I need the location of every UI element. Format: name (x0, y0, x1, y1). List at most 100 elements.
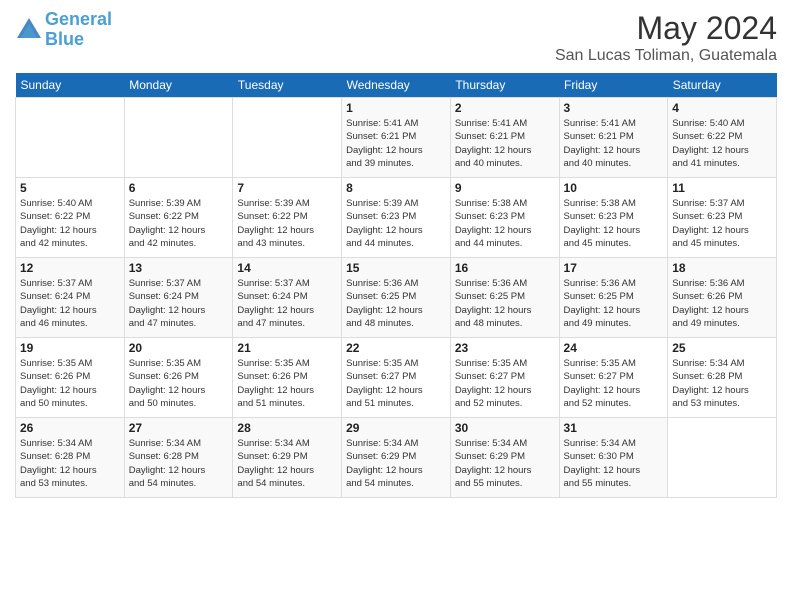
day-detail: Sunrise: 5:37 AM Sunset: 6:24 PM Dayligh… (129, 277, 229, 330)
day-detail: Sunrise: 5:39 AM Sunset: 6:22 PM Dayligh… (237, 197, 337, 250)
day-detail: Sunrise: 5:34 AM Sunset: 6:28 PM Dayligh… (672, 357, 772, 410)
calendar-cell: 7 Sunrise: 5:39 AM Sunset: 6:22 PM Daylig… (233, 178, 342, 258)
day-number: 12 (20, 261, 120, 275)
calendar-cell: 25 Sunrise: 5:34 AM Sunset: 6:28 PM Dayli… (668, 338, 777, 418)
day-number: 8 (346, 181, 446, 195)
calendar-cell: 12 Sunrise: 5:37 AM Sunset: 6:24 PM Dayli… (16, 258, 125, 338)
logo: GeneralBlue (15, 10, 112, 50)
day-detail: Sunrise: 5:34 AM Sunset: 6:29 PM Dayligh… (237, 437, 337, 490)
calendar-cell: 4Sunrise: 5:40 AM Sunset: 6:22 PM Daylig… (668, 98, 777, 178)
calendar-cell: 16 Sunrise: 5:36 AM Sunset: 6:25 PM Dayli… (450, 258, 559, 338)
day-number: 7 (237, 181, 337, 195)
day-number: 19 (20, 341, 120, 355)
day-detail: Sunrise: 5:35 AM Sunset: 6:27 PM Dayligh… (346, 357, 446, 410)
page-header: GeneralBlue May 2024 San Lucas Toliman, … (15, 10, 777, 65)
calendar-cell: 20Sunrise: 5:35 AM Sunset: 6:26 PM Dayli… (124, 338, 233, 418)
day-number: 25 (672, 341, 772, 355)
day-number: 16 (455, 261, 555, 275)
day-number: 20 (129, 341, 229, 355)
day-number: 29 (346, 421, 446, 435)
day-detail: Sunrise: 5:34 AM Sunset: 6:28 PM Dayligh… (129, 437, 229, 490)
day-number: 27 (129, 421, 229, 435)
day-number: 31 (564, 421, 664, 435)
day-detail: Sunrise: 5:35 AM Sunset: 6:26 PM Dayligh… (20, 357, 120, 410)
logo-icon (15, 16, 43, 44)
day-header-monday: Monday (124, 73, 233, 98)
week-row-5: 26 Sunrise: 5:34 AM Sunset: 6:28 PM Dayli… (16, 418, 777, 498)
week-row-3: 12 Sunrise: 5:37 AM Sunset: 6:24 PM Dayli… (16, 258, 777, 338)
day-header-saturday: Saturday (668, 73, 777, 98)
day-detail: Sunrise: 5:36 AM Sunset: 6:25 PM Dayligh… (346, 277, 446, 330)
day-detail: Sunrise: 5:35 AM Sunset: 6:26 PM Dayligh… (237, 357, 337, 410)
day-number: 23 (455, 341, 555, 355)
day-detail: Sunrise: 5:37 AM Sunset: 6:23 PM Dayligh… (672, 197, 772, 250)
day-header-friday: Friday (559, 73, 668, 98)
calendar-cell: 5Sunrise: 5:40 AM Sunset: 6:22 PM Daylig… (16, 178, 125, 258)
main-title: May 2024 (555, 10, 777, 47)
day-detail: Sunrise: 5:40 AM Sunset: 6:22 PM Dayligh… (672, 117, 772, 170)
calendar-cell: 30 Sunrise: 5:34 AM Sunset: 6:29 PM Dayli… (450, 418, 559, 498)
calendar-cell: 6 Sunrise: 5:39 AM Sunset: 6:22 PM Daylig… (124, 178, 233, 258)
calendar-cell: 10Sunrise: 5:38 AM Sunset: 6:23 PM Dayli… (559, 178, 668, 258)
week-row-2: 5Sunrise: 5:40 AM Sunset: 6:22 PM Daylig… (16, 178, 777, 258)
day-detail: Sunrise: 5:41 AM Sunset: 6:21 PM Dayligh… (564, 117, 664, 170)
calendar-cell: 3 Sunrise: 5:41 AM Sunset: 6:21 PM Daylig… (559, 98, 668, 178)
day-header-tuesday: Tuesday (233, 73, 342, 98)
day-detail: Sunrise: 5:38 AM Sunset: 6:23 PM Dayligh… (455, 197, 555, 250)
day-detail: Sunrise: 5:37 AM Sunset: 6:24 PM Dayligh… (237, 277, 337, 330)
day-detail: Sunrise: 5:37 AM Sunset: 6:24 PM Dayligh… (20, 277, 120, 330)
day-number: 26 (20, 421, 120, 435)
calendar-cell: 31Sunrise: 5:34 AM Sunset: 6:30 PM Dayli… (559, 418, 668, 498)
week-row-4: 19 Sunrise: 5:35 AM Sunset: 6:26 PM Dayli… (16, 338, 777, 418)
calendar-cell: 11Sunrise: 5:37 AM Sunset: 6:23 PM Dayli… (668, 178, 777, 258)
day-detail: Sunrise: 5:41 AM Sunset: 6:21 PM Dayligh… (455, 117, 555, 170)
day-detail: Sunrise: 5:34 AM Sunset: 6:29 PM Dayligh… (455, 437, 555, 490)
calendar-cell: 2 Sunrise: 5:41 AM Sunset: 6:21 PM Daylig… (450, 98, 559, 178)
calendar-cell: 18 Sunrise: 5:36 AM Sunset: 6:26 PM Dayli… (668, 258, 777, 338)
day-header-sunday: Sunday (16, 73, 125, 98)
calendar-cell: 22Sunrise: 5:35 AM Sunset: 6:27 PM Dayli… (342, 338, 451, 418)
calendar-cell: 17Sunrise: 5:36 AM Sunset: 6:25 PM Dayli… (559, 258, 668, 338)
calendar-cell: 21 Sunrise: 5:35 AM Sunset: 6:26 PM Dayli… (233, 338, 342, 418)
day-number: 2 (455, 101, 555, 115)
calendar-cell: 15 Sunrise: 5:36 AM Sunset: 6:25 PM Dayli… (342, 258, 451, 338)
day-number: 18 (672, 261, 772, 275)
day-number: 17 (564, 261, 664, 275)
day-detail: Sunrise: 5:36 AM Sunset: 6:25 PM Dayligh… (455, 277, 555, 330)
calendar-page: GeneralBlue May 2024 San Lucas Toliman, … (0, 0, 792, 508)
calendar-cell: 14 Sunrise: 5:37 AM Sunset: 6:24 PM Dayli… (233, 258, 342, 338)
day-number: 21 (237, 341, 337, 355)
calendar-cell (233, 98, 342, 178)
calendar-cell (16, 98, 125, 178)
day-number: 1 (346, 101, 446, 115)
day-detail: Sunrise: 5:39 AM Sunset: 6:22 PM Dayligh… (129, 197, 229, 250)
calendar-cell: 23 Sunrise: 5:35 AM Sunset: 6:27 PM Dayli… (450, 338, 559, 418)
day-number: 9 (455, 181, 555, 195)
week-row-1: 1 Sunrise: 5:41 AM Sunset: 6:21 PM Daylig… (16, 98, 777, 178)
calendar-cell: 29Sunrise: 5:34 AM Sunset: 6:29 PM Dayli… (342, 418, 451, 498)
subtitle: San Lucas Toliman, Guatemala (555, 47, 777, 65)
calendar-cell: 27 Sunrise: 5:34 AM Sunset: 6:28 PM Dayli… (124, 418, 233, 498)
day-number: 30 (455, 421, 555, 435)
day-detail: Sunrise: 5:36 AM Sunset: 6:26 PM Dayligh… (672, 277, 772, 330)
calendar-cell (124, 98, 233, 178)
day-header-thursday: Thursday (450, 73, 559, 98)
day-number: 28 (237, 421, 337, 435)
day-header-wednesday: Wednesday (342, 73, 451, 98)
calendar-cell: 1 Sunrise: 5:41 AM Sunset: 6:21 PM Daylig… (342, 98, 451, 178)
day-number: 15 (346, 261, 446, 275)
logo-text: GeneralBlue (45, 10, 112, 50)
day-number: 13 (129, 261, 229, 275)
day-header-row: SundayMondayTuesdayWednesdayThursdayFrid… (16, 73, 777, 98)
day-detail: Sunrise: 5:41 AM Sunset: 6:21 PM Dayligh… (346, 117, 446, 170)
day-detail: Sunrise: 5:35 AM Sunset: 6:27 PM Dayligh… (455, 357, 555, 410)
calendar-cell: 13 Sunrise: 5:37 AM Sunset: 6:24 PM Dayli… (124, 258, 233, 338)
calendar-table: SundayMondayTuesdayWednesdayThursdayFrid… (15, 73, 777, 498)
day-number: 6 (129, 181, 229, 195)
calendar-cell: 24Sunrise: 5:35 AM Sunset: 6:27 PM Dayli… (559, 338, 668, 418)
calendar-cell: 26Sunrise: 5:34 AM Sunset: 6:28 PM Dayli… (16, 418, 125, 498)
day-number: 10 (564, 181, 664, 195)
day-number: 3 (564, 101, 664, 115)
day-number: 14 (237, 261, 337, 275)
calendar-cell (668, 418, 777, 498)
